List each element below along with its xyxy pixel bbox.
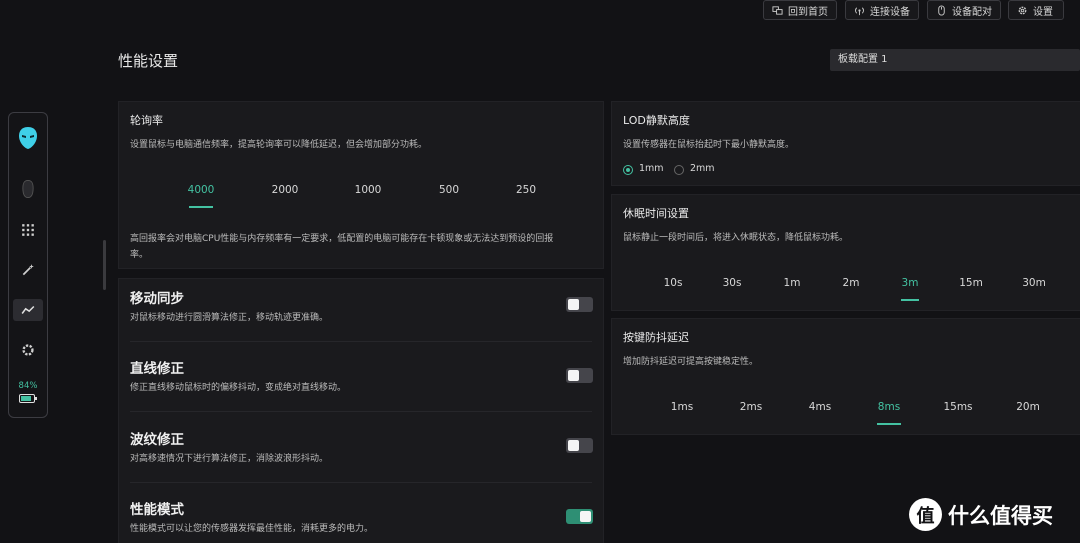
lod-panel: LOD静默高度 设置传感器在鼠标抬起时下最小静默高度。 1mm 2mm [611,101,1080,186]
toggle-title: 性能模式 [130,502,184,518]
profile-select[interactable]: 板载配置 1 [830,49,1080,71]
mouse-device-icon[interactable] [13,175,43,203]
lod-option-label: 1mm [639,163,664,174]
sleep-selected-underline [901,299,919,301]
home-button-label: 回到首页 [788,6,828,18]
toggle-desc: 修正直线移动鼠标时的偏移抖动，变成绝对直线移动。 [130,383,347,393]
gear-icon [1018,6,1027,14]
battery-percent: 84% [18,381,38,391]
lod-radio-1mm[interactable] [623,165,633,175]
polling-note-cont: 率。 [130,250,149,260]
sleep-option[interactable]: 1m [784,277,801,289]
home-icon [772,5,783,15]
battery-icon [19,394,37,403]
performance-mode-toggle[interactable] [566,509,593,524]
polling-option-250[interactable]: 250 [516,184,536,196]
sleep-option[interactable]: 30m [1022,277,1046,289]
page-title: 性能设置 [118,52,179,70]
connect-device-button[interactable]: 连接设备 [845,0,919,20]
debounce-option[interactable]: 20m [1016,401,1040,413]
sleep-option[interactable]: 30s [723,277,742,289]
sidebar: 84% [8,112,48,418]
debounce-option[interactable]: 15ms [943,401,972,413]
keypad-grid-icon[interactable] [13,219,43,241]
polling-title: 轮询率 [130,114,163,127]
lod-desc: 设置传感器在鼠标抬起时下最小静默高度。 [623,140,795,150]
polling-desc: 设置鼠标与电脑通信频率，提高轮询率可以降低延迟，但会增加部分功耗。 [130,140,428,150]
debounce-option[interactable]: 1ms [671,401,693,413]
sleep-option-selected[interactable]: 3m [902,277,919,289]
debounce-option[interactable]: 4ms [809,401,831,413]
pair-device-button[interactable]: 设备配对 [927,0,1001,20]
toggle-title: 波纹修正 [130,432,184,448]
sleep-option[interactable]: 10s [664,277,683,289]
sleep-desc: 鼠标静止一段时间后，将进入休眠状态，降低鼠标功耗。 [623,233,849,243]
debounce-desc: 增加防抖延迟可提高按键稳定性。 [623,357,759,367]
debounce-title: 按键防抖延迟 [623,331,689,344]
lod-option-label: 2mm [690,163,715,174]
settings-label: 设置 [1033,6,1053,18]
sleep-panel: 休眠时间设置 鼠标静止一段时间后，将进入休眠状态，降低鼠标功耗。 10s 30s… [611,194,1080,311]
debounce-option[interactable]: 2ms [740,401,762,413]
sleep-option[interactable]: 15m [959,277,983,289]
alien-logo-icon[interactable] [13,123,43,153]
mouse-icon [938,4,945,16]
scrollbar[interactable] [103,240,106,290]
polling-option-2000[interactable]: 2000 [272,184,299,196]
home-button[interactable]: 回到首页 [763,0,837,20]
toggles-panel: 移动同步 对鼠标移动进行圆滑算法修正，移动轨迹更准确。 直线修正 修正直线移动鼠… [118,278,604,543]
magic-wand-icon[interactable] [13,259,43,281]
watermark: 值 什么值得买 [909,498,1053,531]
watermark-text: 什么值得买 [948,503,1053,528]
settings-button[interactable]: 设置 [1008,0,1064,20]
ripple-control-toggle[interactable] [566,438,593,453]
divider [130,411,592,412]
debounce-selected-underline [877,423,901,425]
wireless-icon [855,6,864,15]
polling-selected-underline [189,206,213,208]
toggle-title: 直线修正 [130,361,184,377]
toggle-title: 移动同步 [130,291,184,307]
sleep-option[interactable]: 2m [843,277,860,289]
toggle-desc: 性能模式可以让您的传感器发挥最佳性能，消耗更多的电力。 [130,524,374,534]
toggle-desc: 对高移速情况下进行算法修正，消除波浪形抖动。 [130,454,329,464]
divider [130,482,592,483]
performance-graph-icon[interactable] [13,299,43,321]
polling-rate-panel: 轮询率 设置鼠标与电脑通信频率，提高轮询率可以降低延迟，但会增加部分功耗。 40… [118,101,604,269]
debounce-option-selected[interactable]: 8ms [878,401,900,413]
watermark-logo-icon: 值 [909,498,942,531]
lod-title: LOD静默高度 [623,114,690,127]
move-sync-toggle[interactable] [566,297,593,312]
polling-option-500[interactable]: 500 [439,184,459,196]
divider [130,341,592,342]
connect-device-label: 连接设备 [870,6,910,18]
polling-option-1000[interactable]: 1000 [355,184,382,196]
angle-snap-toggle[interactable] [566,368,593,383]
sleep-title: 休眠时间设置 [623,207,689,220]
polling-option-4000[interactable]: 4000 [188,184,215,196]
gear-icon[interactable] [13,339,43,361]
pair-device-label: 设备配对 [952,6,992,18]
debounce-panel: 按键防抖延迟 增加防抖延迟可提高按键稳定性。 1ms 2ms 4ms 8ms 1… [611,318,1080,435]
toggle-desc: 对鼠标移动进行圆滑算法修正，移动轨迹更准确。 [130,313,329,323]
polling-note: 高回报率会对电脑CPU性能与内存频率有一定要求，低配置的电脑可能存在卡顿现象或无… [130,234,554,244]
lod-radio-2mm[interactable] [674,165,684,175]
